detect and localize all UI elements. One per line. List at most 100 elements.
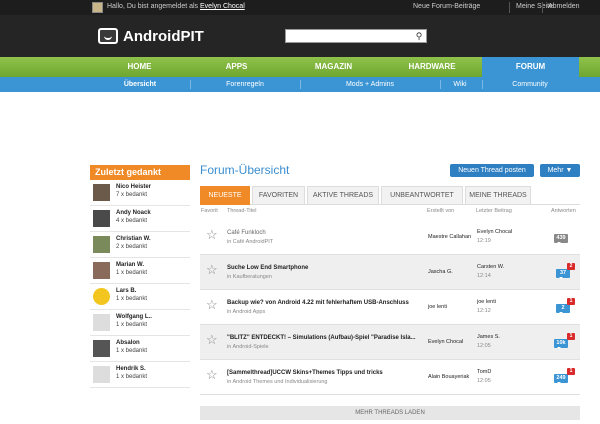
thanks-count: 1 x bedankt [116, 374, 148, 380]
load-more-threads-button[interactable]: MEHR THREADS LADEN [200, 406, 580, 420]
new-thread-button[interactable]: Neuen Thread posten [450, 164, 534, 177]
user-name[interactable]: Lars B. [116, 288, 136, 294]
thanks-count: 1 x bedankt [116, 270, 148, 276]
subnav-wiki[interactable]: Wiki [440, 77, 480, 92]
sidebar-user[interactable]: Marian W. 1 x bedankt [90, 258, 190, 284]
username-link[interactable]: Evelyn Chocal [200, 3, 245, 10]
last-post-user[interactable]: Carsten W. [477, 264, 504, 270]
thread-author[interactable]: Evelyn Chocal [428, 339, 463, 345]
user-name[interactable]: Absalon [116, 340, 140, 346]
smiley-avatar-icon[interactable] [93, 288, 110, 305]
last-post-user[interactable]: TomD [477, 369, 491, 375]
default-avatar-icon[interactable] [93, 366, 110, 383]
thread-category[interactable]: in Android Apps [227, 309, 265, 315]
thread-title[interactable]: [Sammelthread]UCCW Skins+Themes Tipps un… [227, 370, 383, 376]
user-avatar[interactable] [93, 184, 110, 201]
nav-home[interactable]: HOME [91, 57, 188, 77]
thanks-count: 1 x bedankt [116, 322, 148, 328]
user-avatar[interactable] [93, 340, 110, 357]
nav-forum[interactable]: FORUM [482, 57, 579, 77]
thread-row[interactable]: ☆ Backup wie? von Android 4.22 mit fehle… [200, 290, 580, 325]
user-name[interactable]: Christian W. [116, 236, 151, 242]
favorite-star-icon[interactable]: ☆ [206, 298, 218, 312]
search-input[interactable] [285, 29, 427, 43]
thread-author[interactable]: Alain Bouayeriak [428, 374, 469, 380]
favorite-star-icon[interactable]: ☆ [206, 228, 218, 242]
greeting-text: Hallo, Du bist angemeldet als [107, 3, 199, 10]
default-avatar-icon[interactable] [93, 314, 110, 331]
user-avatar[interactable] [93, 236, 110, 253]
logout-link[interactable]: Abmelden [548, 3, 580, 10]
nav-magazin[interactable]: MAGAZIN [285, 57, 382, 77]
column-last-post: Letzter Beitrag [476, 208, 512, 214]
nav-apps[interactable]: APPS [188, 57, 285, 77]
sidebar-user[interactable]: Nico Heister 7 x bedankt [90, 180, 190, 206]
thread-title[interactable]: Backup wie? von Android 4.22 mit fehlerh… [227, 300, 409, 306]
last-post-user[interactable]: joe lenti [477, 299, 496, 305]
nav-hardware[interactable]: HARDWARE [382, 57, 482, 77]
tab-newest[interactable]: NEUESTE [200, 186, 250, 205]
thanks-count: 7 x bedankt [116, 192, 148, 198]
thread-row[interactable]: ☆ Suche Low End Smartphone in Kaufberatu… [200, 255, 580, 290]
user-name[interactable]: Marian W. [116, 262, 144, 268]
thread-row[interactable]: ☆ "BLITZ" ENTDECKT! – Simulations (Aufba… [200, 325, 580, 360]
tab-my-threads[interactable]: MEINE THREADS [465, 186, 531, 205]
sidebar-title: Zuletzt gedankt [90, 165, 190, 180]
sidebar-user[interactable]: Wolfgang L.. 1 x bedankt [90, 310, 190, 336]
subnav-community[interactable]: Community [485, 77, 575, 92]
subnav-forum-rules[interactable]: Forenregeln [195, 77, 295, 92]
thread-category[interactable]: in Android Themes und Individualisierung [227, 379, 328, 385]
favorite-star-icon[interactable]: ☆ [206, 263, 218, 277]
user-avatar[interactable] [93, 210, 110, 227]
column-replies: Antworten [551, 208, 576, 214]
logo-text: AndroidPIT [123, 28, 204, 45]
more-dropdown-button[interactable]: Mehr ▼ [540, 164, 580, 177]
subnav-mods-admins[interactable]: Mods + Admins [305, 77, 435, 92]
thread-title[interactable]: Suche Low End Smartphone [227, 265, 308, 271]
sidebar-user[interactable]: Lars B. 1 x bedankt [90, 284, 190, 310]
tab-active-threads[interactable]: AKTIVE THREADS [307, 186, 379, 205]
thread-author[interactable]: Maestre Callahan [428, 234, 471, 240]
tab-favorites[interactable]: FAVORITEN [252, 186, 305, 205]
last-post-time: 12:12 [477, 308, 491, 314]
reply-count-bubble: 37 [556, 269, 570, 279]
user-name[interactable]: Hendrik S. [116, 366, 146, 372]
tab-unanswered[interactable]: UNBEANTWORTET [381, 186, 463, 205]
thread-category[interactable]: in Kaufberatungen [227, 274, 272, 280]
sidebar-user[interactable]: Andy Noack 4 x bedankt [90, 206, 190, 232]
column-created-by: Erstellt von [427, 208, 455, 214]
divider [482, 80, 483, 89]
thread-author[interactable]: joe lenti [428, 304, 447, 310]
sidebar-user[interactable]: Absalon 1 x bedankt [90, 336, 190, 362]
search-icon[interactable]: ⚲ [413, 30, 425, 42]
last-post-user[interactable]: James S. [477, 334, 500, 340]
user-avatar[interactable] [92, 2, 103, 13]
thread-author[interactable]: Jascha G. [428, 269, 453, 275]
user-name[interactable]: Wolfgang L.. [116, 314, 152, 320]
site-header: AndroidPIT ⚲ [0, 15, 600, 57]
thread-title[interactable]: "BLITZ" ENTDECKT! – Simulations (Aufbau)… [227, 335, 416, 341]
thread-category[interactable]: in Android-Spiele [227, 344, 269, 350]
user-name[interactable]: Andy Noack [116, 210, 151, 216]
sidebar-user[interactable]: Hendrik S. 1 x bedankt [90, 362, 190, 388]
thread-table-header: Favorit Thread-Titel Erstellt von Letzte… [200, 208, 580, 218]
new-posts-badge: 1 [567, 368, 575, 375]
favorite-star-icon[interactable]: ☆ [206, 333, 218, 347]
thread-title[interactable]: Café Funkloch [227, 230, 266, 236]
divider [300, 80, 301, 89]
user-name[interactable]: Nico Heister [116, 184, 151, 190]
favorite-star-icon[interactable]: ☆ [206, 368, 218, 382]
thread-row[interactable]: ☆ Café Funkloch in Café AndroidPIT Maest… [200, 220, 580, 255]
new-posts-badge: 1 [567, 298, 575, 305]
thread-category[interactable]: in Café AndroidPIT [227, 239, 273, 245]
thread-row[interactable]: ☆ [Sammelthread]UCCW Skins+Themes Tipps … [200, 360, 580, 395]
user-avatar[interactable] [93, 262, 110, 279]
last-post-user[interactable]: Evelyn Chocal [477, 229, 512, 235]
last-post-time: 12:05 [477, 343, 491, 349]
sidebar-user[interactable]: Christian W. 2 x bedankt [90, 232, 190, 258]
main-nav: HOME APPS MAGAZIN HARDWARE FORUM [0, 57, 600, 77]
thread-tabs: NEUESTE FAVORITEN AKTIVE THREADS UNBEANT… [200, 186, 580, 205]
new-forum-posts-link[interactable]: Neue Forum-Beiträge [413, 3, 480, 10]
divider [509, 2, 510, 13]
subnav-overview[interactable]: Übersicht [95, 77, 185, 92]
